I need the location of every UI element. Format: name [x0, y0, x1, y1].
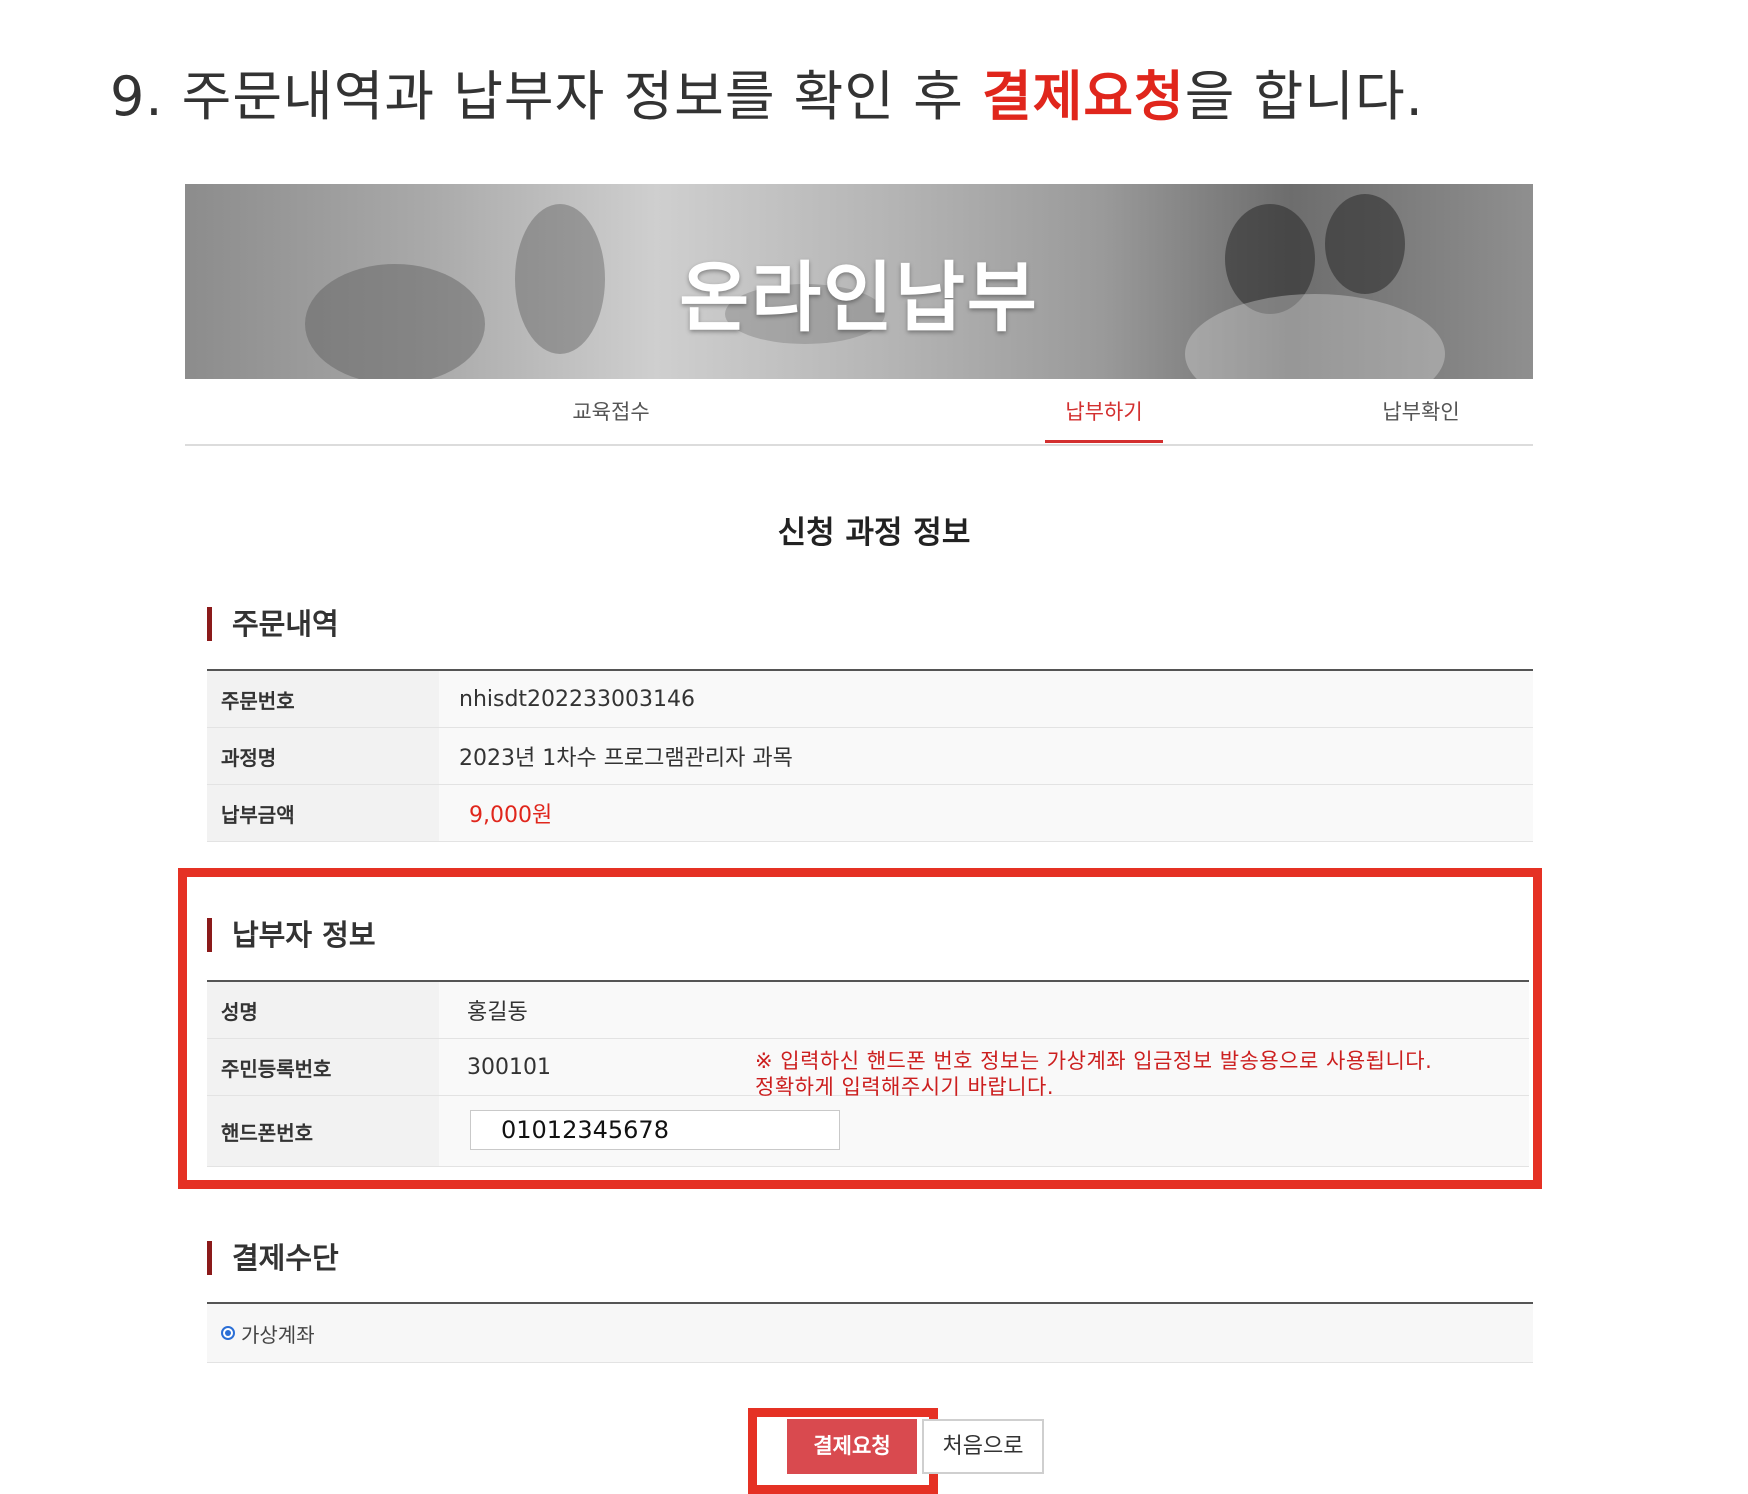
payment-amount-label: 납부금액: [207, 785, 439, 841]
tab-payment[interactable]: 납부하기: [1004, 396, 1204, 426]
order-number-value: nhisdt202233003146: [439, 671, 1533, 727]
pay-button-highlight-box: [748, 1408, 938, 1494]
table-row: 납부금액 9,000원: [207, 785, 1533, 842]
tab-bar: 교육접수 납부하기 납부확인: [185, 380, 1533, 446]
order-number-label: 주문번호: [207, 671, 439, 727]
order-heading: 주문내역: [207, 607, 339, 641]
payer-heading: 납부자 정보: [207, 918, 376, 952]
table-row: 과정명 2023년 1차수 프로그램관리자 과목: [207, 728, 1533, 785]
instruction-highlight: 결제요청: [982, 65, 1185, 128]
phone-notice-line2: 정확하게 입력해주시기 바랍니다.: [755, 1075, 1055, 1099]
instruction-prefix: 9. 주문내역과 납부자 정보를 확인 후: [110, 65, 983, 128]
banner-title: 온라인납부: [679, 253, 1039, 342]
section-title: 신청 과정 정보: [777, 515, 971, 551]
course-name-label: 과정명: [207, 728, 439, 784]
phone-number-input[interactable]: [470, 1110, 840, 1150]
payment-method-table: 가상계좌: [207, 1302, 1533, 1363]
instruction-suffix: 을 합니다.: [1184, 65, 1424, 128]
table-row: 성명 홍길동: [207, 982, 1529, 1039]
name-value: 홍길동: [439, 982, 1529, 1038]
course-name-value: 2023년 1차수 프로그램관리자 과목: [439, 728, 1533, 784]
order-table: 주문번호 nhisdt202233003146 과정명 2023년 1차수 프로…: [207, 669, 1533, 842]
payment-amount-value: 9,000원: [439, 785, 1533, 841]
phone-notice: ※ 입력하신 핸드폰 번호 정보는 가상계좌 입금정보 발송용으로 사용됩니다.…: [755, 1048, 1432, 1100]
instruction-title: 9. 주문내역과 납부자 정보를 확인 후 결제요청을 합니다.: [110, 52, 1424, 131]
active-tab-indicator: [1045, 440, 1163, 443]
tab-education-apply[interactable]: 교육접수: [511, 396, 711, 426]
page-banner: 온라인납부: [185, 184, 1533, 379]
tab-payment-check[interactable]: 납부확인: [1321, 396, 1521, 426]
name-label: 성명: [207, 982, 439, 1038]
table-row: 핸드폰번호: [207, 1096, 1529, 1167]
virtual-account-radio[interactable]: [221, 1326, 235, 1340]
go-home-button[interactable]: 처음으로: [922, 1419, 1044, 1474]
payment-option-row: 가상계좌: [207, 1304, 1533, 1363]
table-row: 주문번호 nhisdt202233003146: [207, 671, 1533, 728]
phone-notice-line1: ※ 입력하신 핸드폰 번호 정보는 가상계좌 입금정보 발송용으로 사용됩니다.: [755, 1049, 1433, 1073]
phone-number-label: 핸드폰번호: [207, 1096, 439, 1166]
payment-method-heading: 결제수단: [207, 1241, 339, 1275]
resident-number-label: 주민등록번호: [207, 1039, 439, 1095]
virtual-account-label[interactable]: 가상계좌: [241, 1319, 315, 1348]
